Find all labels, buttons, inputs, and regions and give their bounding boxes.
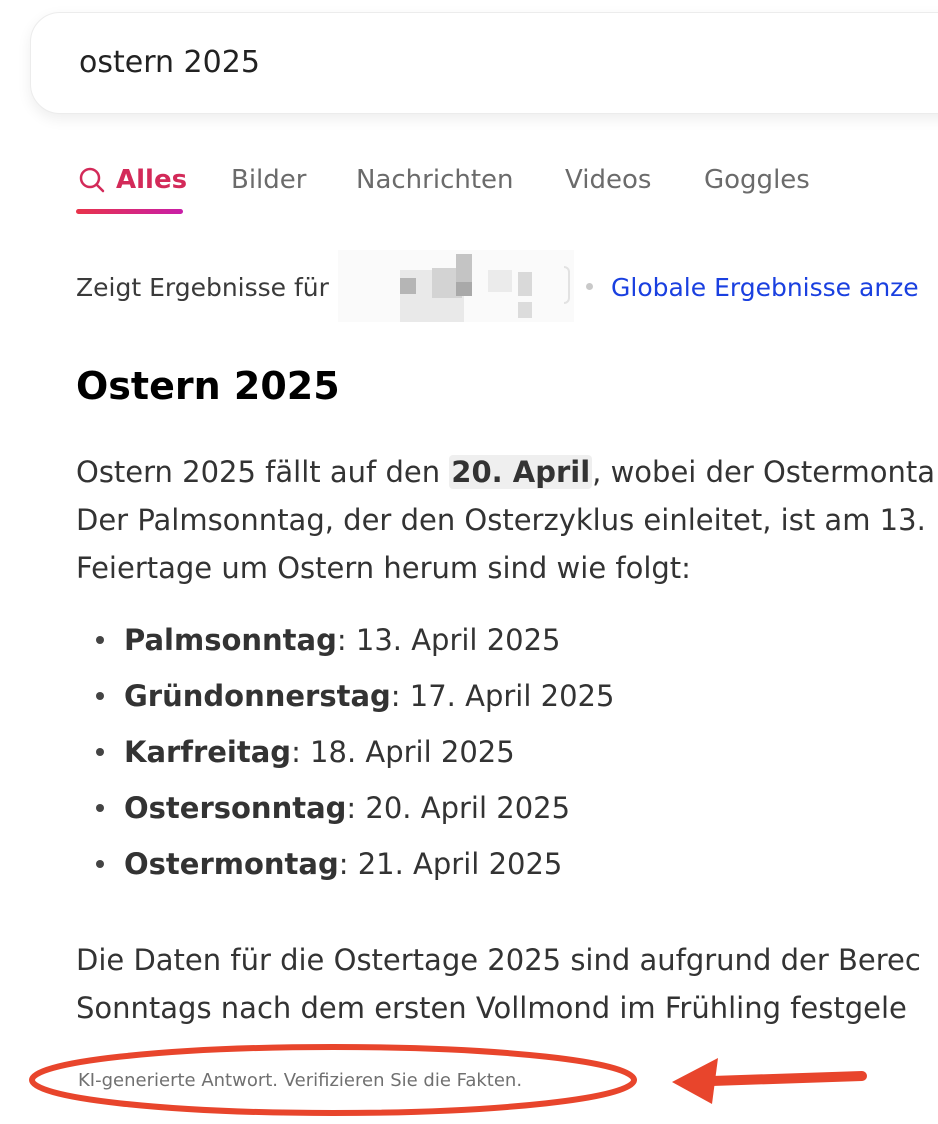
answer-line: Der Palmsonntag, der den Osterzyklus ein…: [76, 503, 926, 537]
holiday-name: Ostersonntag: [124, 791, 347, 825]
holiday-date: : 18. April 2025: [291, 735, 515, 769]
tab-bilder[interactable]: Bilder: [231, 160, 306, 200]
highlighted-date: 20. April: [449, 455, 593, 489]
search-tabs: Alles Bilder Nachrichten Videos Goggles: [0, 160, 938, 220]
holiday-name: Palmsonntag: [124, 623, 337, 657]
answer-line: Ostern 2025 fällt auf den 20. April, wob…: [76, 448, 938, 496]
holiday-date: : 21. April 2025: [338, 847, 563, 881]
ai-disclaimer: KI-generierte Antwort. Verifizieren Sie …: [78, 1070, 523, 1091]
answer-explanation: Die Daten für die Ostertage 2025 sind au…: [76, 936, 938, 1032]
holiday-list: Palmsonntag: 13. April 2025 Gründonnerst…: [96, 612, 614, 892]
answer-line: Feiertage um Ostern herum sind wie folgt…: [76, 551, 691, 585]
tab-label: Alles: [116, 165, 188, 195]
holiday-date: : 13. April 2025: [336, 623, 561, 657]
bullet-icon: [96, 692, 104, 700]
bullet-icon: [96, 636, 104, 644]
bullet-icon: [96, 748, 104, 756]
tab-nachrichten[interactable]: Nachrichten: [356, 160, 514, 200]
tab-label: Videos: [565, 165, 652, 195]
separator-dot: [586, 283, 593, 290]
tab-alles[interactable]: Alles: [78, 160, 187, 200]
active-tab-indicator: [76, 209, 183, 214]
redacted-region-selector[interactable]: [338, 250, 574, 322]
annotation-arrow-head: [672, 1058, 718, 1104]
answer-line: Die Daten für die Ostertage 2025 sind au…: [76, 943, 921, 977]
answer-text: Ostern 2025 fällt auf den: [76, 455, 450, 489]
tab-label: Bilder: [231, 165, 307, 195]
list-item: Karfreitag: 18. April 2025: [96, 724, 614, 780]
region-notice: Zeigt Ergebnisse für: [76, 273, 329, 302]
holiday-name: Ostermontag: [124, 847, 339, 881]
search-box[interactable]: [30, 12, 938, 114]
search-input[interactable]: [79, 43, 679, 83]
answer-text: , wobei der Ostermonta: [592, 455, 936, 489]
list-item: Ostermontag: 21. April 2025: [96, 836, 614, 892]
annotation-arrow-shaft: [707, 1071, 867, 1086]
answer-title: Ostern 2025: [76, 364, 340, 408]
tab-label: Goggles: [704, 165, 810, 195]
list-item: Gründonnerstag: 17. April 2025: [96, 668, 614, 724]
holiday-date: : 17. April 2025: [390, 679, 615, 713]
list-item: Ostersonntag: 20. April 2025: [96, 780, 614, 836]
bullet-icon: [96, 860, 104, 868]
answer-line: Sonntags nach dem ersten Vollmond im Frü…: [76, 991, 907, 1025]
holiday-name: Gründonnerstag: [124, 679, 391, 713]
tab-label: Nachrichten: [356, 165, 514, 195]
bullet-icon: [96, 804, 104, 812]
tab-goggles[interactable]: Goggles: [704, 160, 810, 200]
answer-intro: Ostern 2025 fällt auf den 20. April, wob…: [76, 448, 938, 592]
holiday-date: : 20. April 2025: [346, 791, 571, 825]
holiday-name: Karfreitag: [124, 735, 292, 769]
search-icon: [79, 167, 105, 193]
list-item: Palmsonntag: 13. April 2025: [96, 612, 614, 668]
global-results-link[interactable]: Globale Ergebnisse anze: [611, 270, 919, 306]
tab-videos[interactable]: Videos: [565, 160, 651, 200]
